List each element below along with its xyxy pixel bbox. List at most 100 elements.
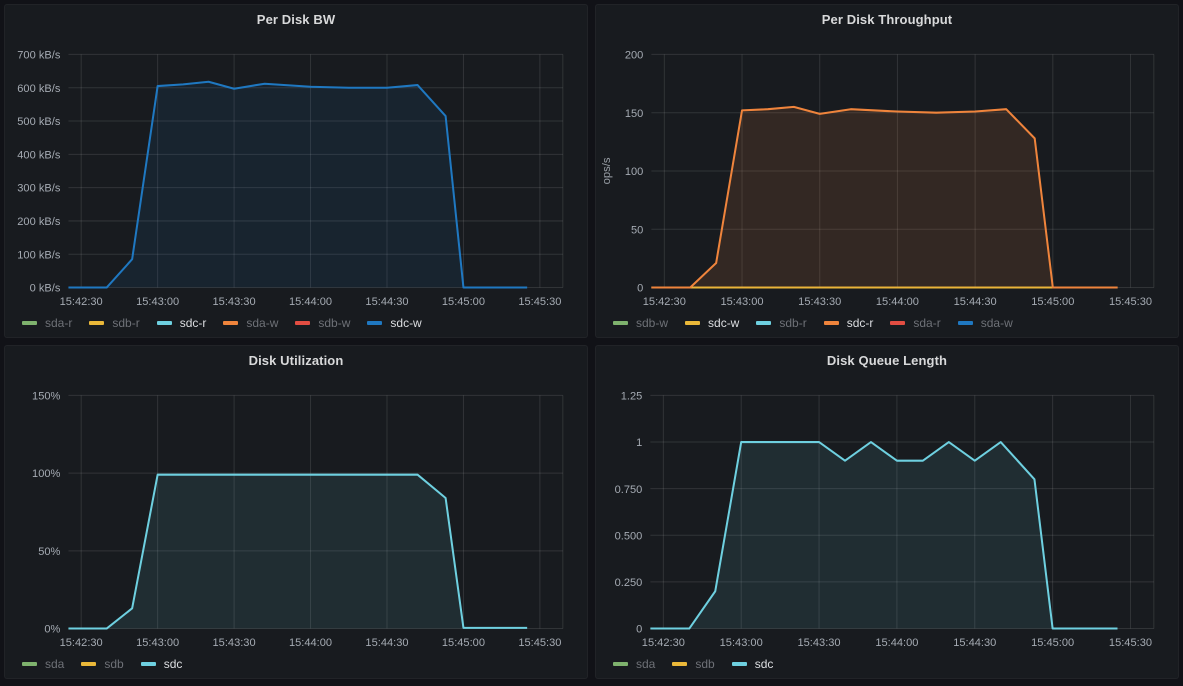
panel-title-per-disk-throughput[interactable]: Per Disk Throughput [596,5,1178,35]
y-tick-label: 400 kB/s [17,149,60,161]
series-area-sdc-w [68,81,528,288]
time-series-chart-per-disk-throughput[interactable]: 200 150 100 50 0 15:42:30 15:43:00 15:43:30 15:4… [596,35,1178,309]
legend-item-sdb-w[interactable]: sdb-w [295,316,350,330]
legend-item-sdb[interactable]: sdb [81,657,124,671]
legend-item-sdb-w[interactable]: sdb-w [613,316,668,330]
legend-item-sdc-w[interactable]: sdc-w [685,316,739,330]
x-tick-label: 15:43:30 [213,637,256,649]
y-tick-label: 50 [631,224,643,236]
legend-item-sda[interactable]: sda [613,657,655,671]
y-tick-label: 300 kB/s [17,183,60,195]
x-tick-label: 15:42:30 [642,637,685,649]
x-tick-label: 15:43:00 [720,637,763,649]
legend-color-swatch [613,321,628,325]
y-tick-label: 0.250 [615,577,643,589]
legend-label: sdc-w [390,316,422,330]
legend-item-sda[interactable]: sda [22,657,64,671]
legend-item-sdc-r[interactable]: sdc-r [156,316,207,330]
x-tick-label: 15:45:30 [1109,296,1152,308]
x-tick-label: 15:45:00 [1031,296,1074,308]
y-tick-label: 100% [32,468,60,480]
legend-color-swatch [22,321,37,325]
legend-item-sda-w[interactable]: sda-w [223,316,278,330]
y-tick-label: 500 kB/s [17,116,60,128]
y-tick-label: 100 kB/s [17,249,60,261]
y-tick-label: 0 [636,624,642,636]
legend-label: sdc-r [179,316,207,330]
y-tick-label: 0% [44,624,60,636]
legend-item-sdb[interactable]: sdb [672,657,715,671]
x-tick-label: 15:43:30 [798,637,841,649]
x-tick-label: 15:45:30 [518,296,561,308]
x-tick-label: 15:43:00 [136,637,179,649]
legend-label: sdb-w [318,316,351,330]
legend-label: sdb-r [112,316,140,330]
legend-item-sda-r[interactable]: sda-r [22,316,72,330]
legend-color-swatch [223,321,239,325]
y-tick-label: 0 [637,283,643,295]
legend-item-sdb-r[interactable]: sdb-r [756,316,807,330]
y-tick-label: 200 [625,49,643,61]
y-tick-label: 1 [636,437,642,449]
panel-title-disk-utilization[interactable]: Disk Utilization [5,346,587,376]
y-tick-label: 700 kB/s [17,49,60,61]
legend-per-disk-throughput: sdb-w sdc-w sdb-r sdc-r sda-r sda-w [596,309,1178,337]
panel-disk-utilization: Disk Utilization 150% 100% 50% 0% 15:42:30 15… [4,345,588,679]
legend-label: sda-w [246,316,279,330]
series-area-sdc [68,474,528,629]
chart-svg: 1.25 1 0.750 0.500 0.250 015:42:30 15:43:00 15:… [615,390,1155,649]
panel-per-disk-throughput: Per Disk Throughput 200 150 100 50 0 15:42:30… [595,4,1179,338]
legend-color-swatch [731,662,747,666]
legend-item-sdc[interactable]: sdc [731,657,773,671]
legend-label: sdb-r [779,316,807,330]
legend-per-disk-bw: sda-r sdb-r sdc-r sda-w sdb-w sdc-w [5,309,587,337]
legend-item-sdb-r[interactable]: sdb-r [89,316,140,330]
legend-color-swatch [756,321,772,325]
x-tick-label: 15:45:30 [518,637,561,649]
chart-svg: 150% 100% 50% 0%15:42:30 15:43:00 15:43:30 15:… [32,390,564,649]
legend-label: sdb [695,657,715,671]
legend-label: sda [45,657,65,671]
legend-label: sda [636,657,656,671]
legend-item-sdc[interactable]: sdc [140,657,183,671]
legend-item-sdc-r[interactable]: sdc-r [823,316,874,330]
panel-title-disk-queue-length[interactable]: Disk Queue Length [596,346,1178,376]
x-tick-label: 15:43:00 [720,296,763,308]
panel-per-disk-bw: Per Disk BW 700 kB/s 600 kB/s 500 kB/s 400 … [4,4,588,338]
legend-label: sdb [104,657,124,671]
x-tick-label: 15:45:00 [442,296,485,308]
legend-color-swatch [685,321,701,325]
legend-color-swatch [22,662,37,666]
x-tick-label: 15:42:30 [60,296,103,308]
legend-item-sda-w[interactable]: sda-w [957,316,1013,330]
y-tick-label: 200 kB/s [17,216,60,228]
legend-item-sda-r[interactable]: sda-r [890,316,941,330]
legend-item-sdc-w[interactable]: sdc-w [367,316,422,330]
legend-label: sda-r [913,316,941,330]
legend-color-swatch [156,321,172,325]
time-series-chart-per-disk-bw[interactable]: 700 kB/s 600 kB/s 500 kB/s 400 kB/s 300 kB/s… [5,35,587,309]
legend-label: sdc [163,657,183,671]
x-tick-label: 15:45:00 [442,637,485,649]
legend-color-swatch [367,321,383,325]
x-tick-label: 15:42:30 [643,296,686,308]
y-tick-label: 50% [38,546,60,558]
legend-label: sda-r [45,316,73,330]
time-series-chart-disk-queue-length[interactable]: 1.25 1 0.750 0.500 0.250 0 15:42:30 15:43:00 15:… [596,376,1178,650]
legend-color-swatch [140,662,156,666]
x-tick-label: 15:44:00 [875,637,918,649]
chart-svg: 700 kB/s 600 kB/s 500 kB/s 400 kB/s 300 kB/s… [17,49,564,308]
legend-label: sdb-w [636,316,669,330]
series-area-sdc-r [651,106,1118,288]
x-tick-label: 15:44:00 [289,637,332,649]
y-tick-label: 0.750 [615,484,643,496]
legend-label: sdc-r [846,316,874,330]
panel-title-per-disk-bw[interactable]: Per Disk BW [5,5,587,35]
x-tick-label: 15:44:30 [365,637,408,649]
dashboard-grid: Per Disk BW 700 kB/s 600 kB/s 500 kB/s 400 … [0,0,1183,686]
panel-disk-queue-length: Disk Queue Length 1.25 1 0.750 0.500 0.250 0 1… [595,345,1179,679]
y-tick-label: 0 kB/s [30,283,61,295]
x-tick-label: 15:44:00 [876,296,919,308]
time-series-chart-disk-utilization[interactable]: 150% 100% 50% 0% 15:42:30 15:43:00 15:43:30 15:… [5,376,587,650]
y-tick-label: 1.25 [621,390,643,402]
